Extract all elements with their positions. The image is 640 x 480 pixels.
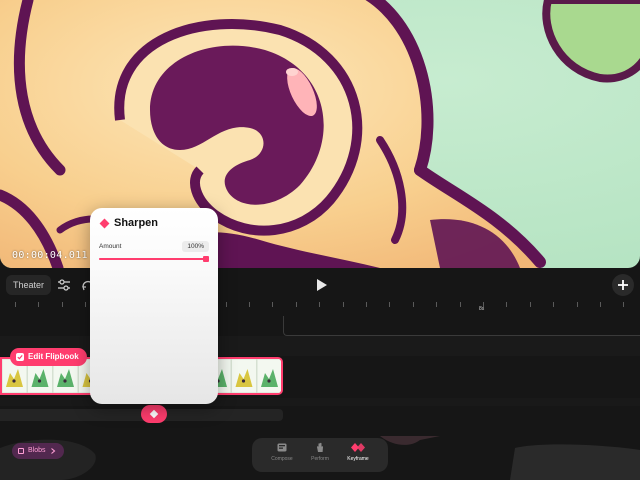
chevron-right-icon [50,448,55,454]
flipbook-frame-eye [12,379,16,383]
amount-value[interactable]: 100% [182,241,209,252]
amount-slider[interactable] [99,256,209,262]
plus-icon [618,280,628,290]
ruler-tick [553,302,555,307]
sliders-icon[interactable] [55,276,73,294]
flipbook-frame-eye [37,379,42,383]
mode-compose[interactable]: Compose [262,442,302,468]
playback-timecode: 00:00:04.011 [12,250,88,261]
mode-keyframe[interactable]: Keyframe [338,442,378,468]
ruler-tick [249,302,250,307]
ruler-tick [295,302,297,307]
ruler-tick [506,302,508,307]
ruler-tick [436,302,438,307]
compose-icon [277,443,287,452]
ruler-tick [600,302,601,307]
diamond-icon [149,409,159,419]
hand-icon [317,442,323,452]
flipbook-frame-eye [63,379,67,383]
ruler-tick [389,302,391,307]
theater-button[interactable]: Theater [6,275,52,295]
ruler-tick [225,302,227,307]
amount-slider-fill [99,258,209,260]
ruler-marker-label: 8s [479,306,485,312]
add-track-button[interactable] [612,274,634,296]
ruler-tick [576,302,578,307]
flipbook-frame-eye [267,379,271,383]
popup-title: Sharpen [114,217,159,229]
ruler-tick [38,302,40,307]
selection-range[interactable] [283,316,640,336]
amount-label: Amount [99,243,122,250]
ruler-tick [459,302,461,307]
edit-flipbook-label: Edit Flipbook [28,352,79,361]
mode-label: Perform [311,456,329,462]
ruler-tick [529,302,531,307]
diamond-icon [99,218,110,229]
mode-perform[interactable]: Perform [300,442,340,468]
ruler-tick [15,302,16,307]
mode-switcher: Compose Perform Keyframe [252,438,388,472]
keyframe-marker[interactable] [141,405,167,423]
ruler-tick [85,302,87,307]
app-stage: 00:00:04.011 Theater 8s Edit Flipbook Bl… [0,0,640,480]
sharpen-popup: Sharpen Amount 100% [90,208,218,404]
ruler-tick [319,302,321,307]
flipbook-frame [256,359,281,393]
square-icon [18,448,24,454]
ruler-tick [342,302,344,307]
flipbook-frame [231,359,257,393]
ruler-tick [412,302,414,307]
edit-flipbook-button[interactable]: Edit Flipbook [10,348,87,366]
keyframe-icon [351,443,365,452]
play-icon [317,279,327,291]
flipbook-frame-eye [241,379,246,383]
amount-slider-thumb[interactable] [203,256,209,262]
mode-label: Compose [271,456,293,462]
ruler-tick [366,302,367,307]
blobs-button[interactable]: Blobs [12,443,64,459]
ruler-tick [272,302,274,307]
ruler-tick [61,302,63,307]
checkbox-icon [16,353,24,361]
mode-label: Keyframe [347,456,369,462]
blobs-label: Blobs [28,447,46,454]
play-button[interactable] [312,274,332,296]
ruler-tick [623,302,625,307]
